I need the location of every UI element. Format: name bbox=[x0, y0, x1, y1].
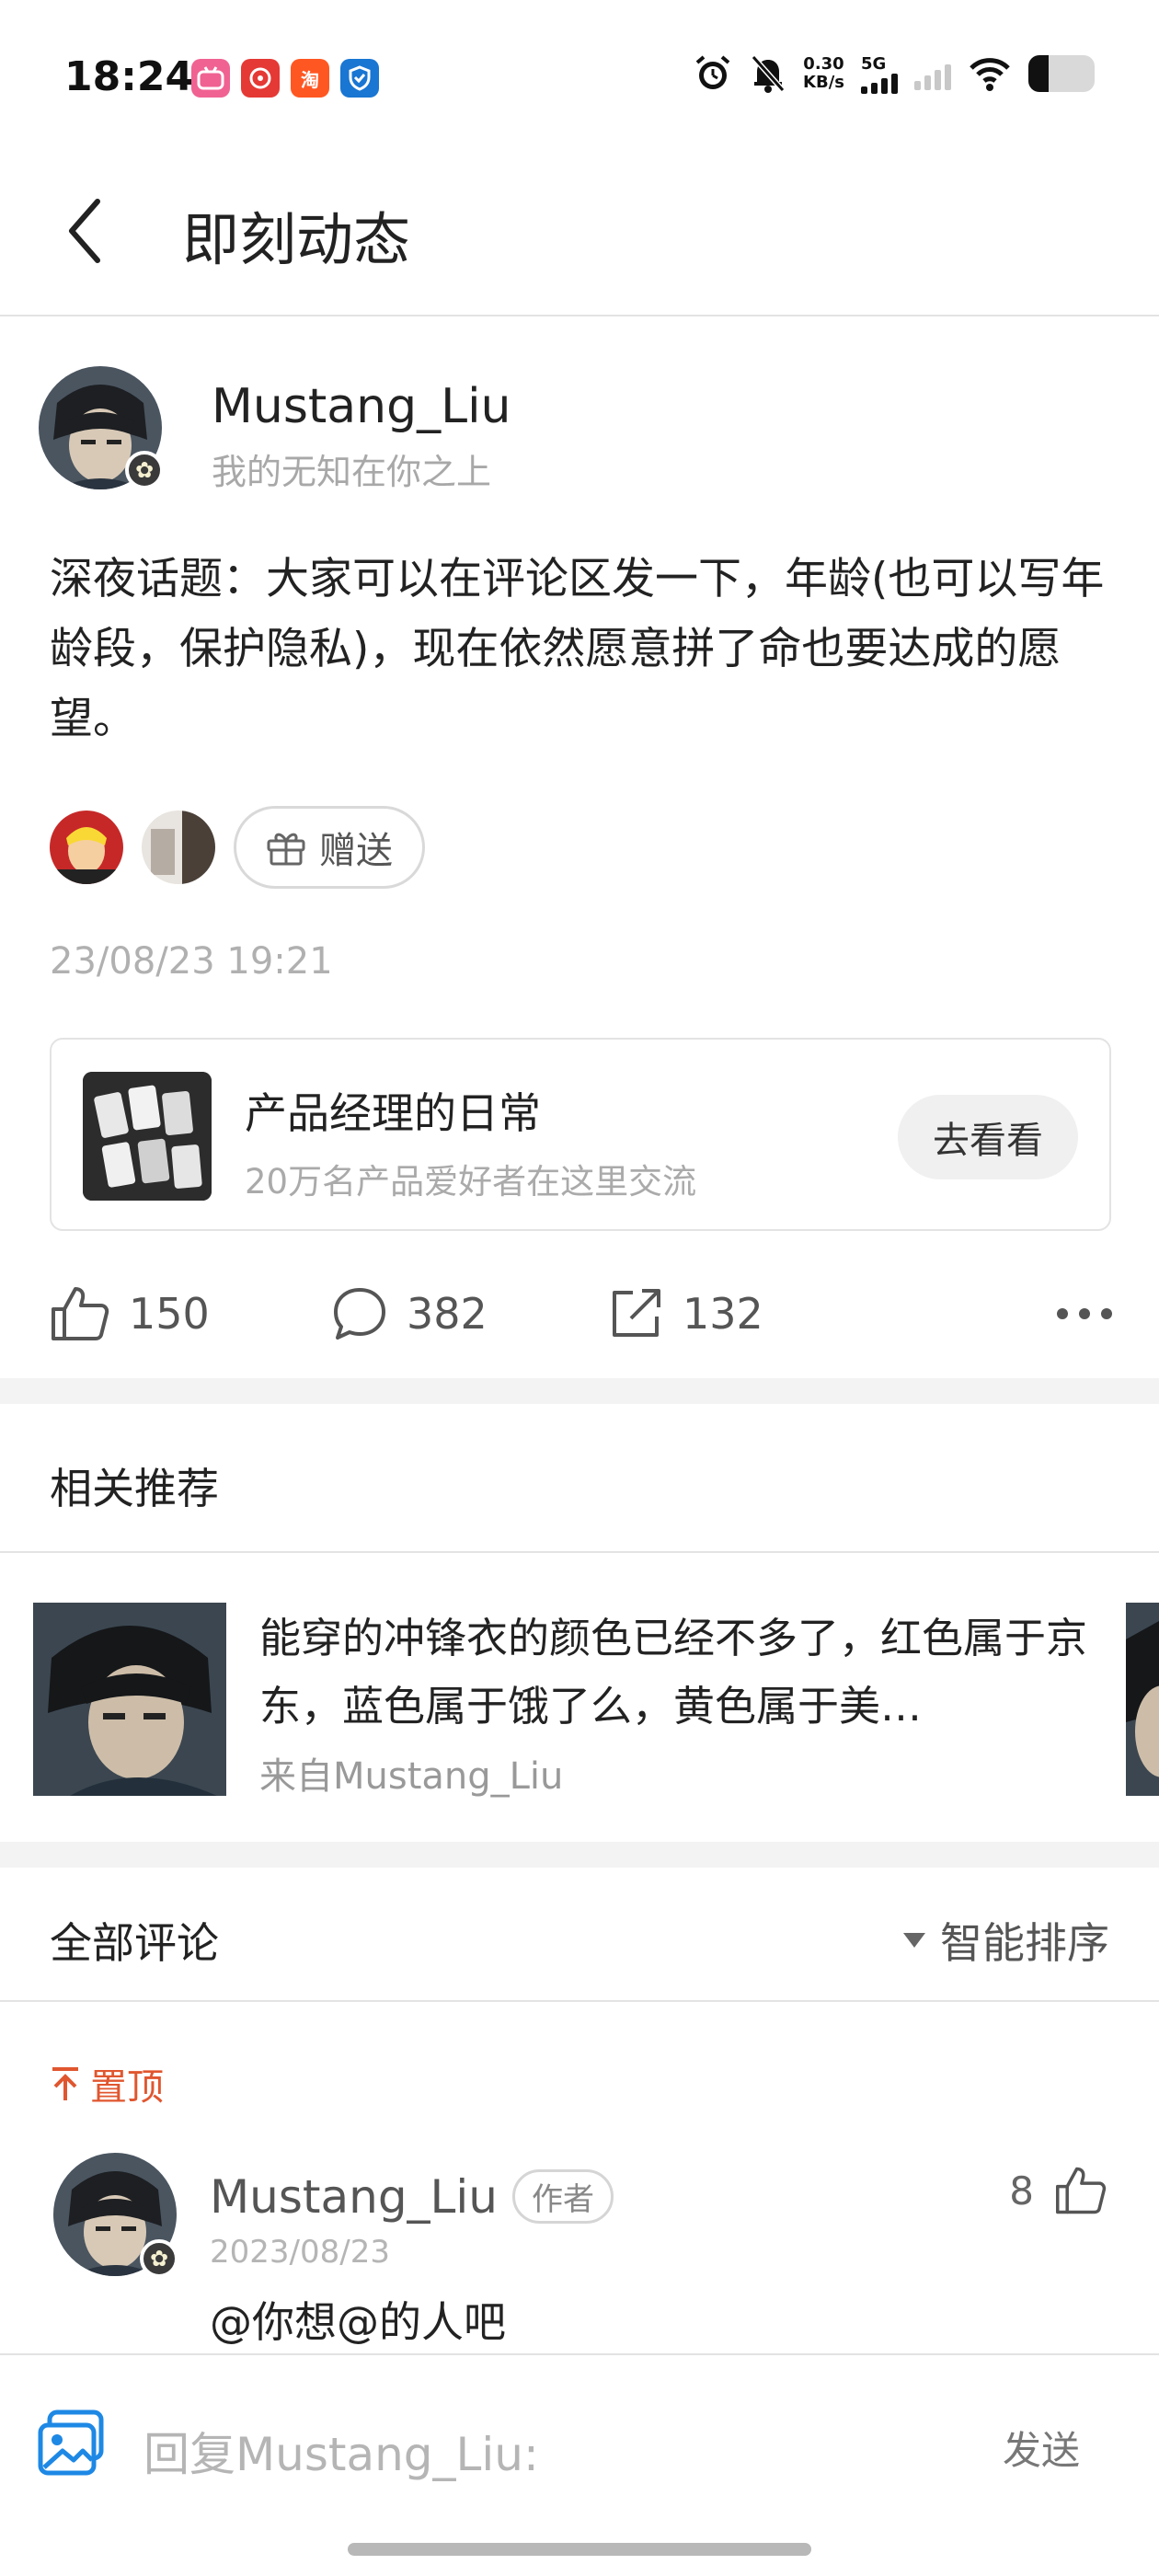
comment-header: Mustang_Liu 作者 bbox=[210, 2169, 614, 2224]
comment-button[interactable]: 382 bbox=[331, 1277, 488, 1351]
author-name[interactable]: Mustang_Liu bbox=[212, 379, 511, 434]
verified-badge-icon: ✿ bbox=[140, 2239, 178, 2278]
page-title: 即刻动态 bbox=[182, 206, 411, 273]
gift-icon bbox=[267, 833, 305, 866]
top-nav-bar: 即刻动态 bbox=[0, 147, 1159, 316]
recommend-title: 相关推荐 bbox=[50, 1464, 219, 1513]
home-indicator[interactable] bbox=[348, 2543, 811, 2556]
battery-icon bbox=[1028, 55, 1095, 92]
post-action-bar: 150 382 132 bbox=[50, 1277, 1117, 1351]
post-content: 深夜话题：大家可以在评论区发一下，年龄(也可以写年龄段，保护隐私)，现在依然愿意… bbox=[50, 554, 1105, 744]
like-count: 150 bbox=[129, 1289, 210, 1339]
net-speed: 0.30 KB/s bbox=[803, 54, 844, 92]
thumbs-up-icon bbox=[52, 1287, 109, 1340]
author-tag: 作者 bbox=[512, 2169, 614, 2224]
sort-label: 智能排序 bbox=[940, 1918, 1109, 1968]
author-signature: 我的无知在你之上 bbox=[212, 452, 492, 492]
post-time: 23/08/23 19:21 bbox=[50, 940, 333, 983]
share-icon bbox=[613, 1289, 660, 1337]
comments-title: 全部评论 bbox=[50, 1918, 219, 1968]
gift-row: 赠送 bbox=[50, 806, 425, 889]
comment-like-button[interactable]: 8 bbox=[1009, 2166, 1107, 2215]
verified-badge-icon: ✿ bbox=[125, 451, 164, 489]
reply-input[interactable]: 回复Mustang_Liu: bbox=[143, 2418, 879, 2484]
pin-top-icon bbox=[52, 2067, 78, 2100]
pinned-label: 置顶 bbox=[50, 2057, 164, 2110]
taobao-icon: 淘 bbox=[291, 59, 329, 98]
triangle-down-icon bbox=[903, 1933, 925, 1948]
topic-title: 产品经理的日常 bbox=[245, 1088, 541, 1138]
status-right: 0.30 KB/s 5G bbox=[693, 53, 1095, 94]
reply-bar: 回复Mustang_Liu: 发送 bbox=[0, 2353, 1159, 2576]
mute-bell-icon bbox=[751, 55, 786, 93]
gifter-avatar[interactable] bbox=[142, 811, 215, 884]
recommend-text: 能穿的冲锋衣的颜色已经不多了，红色属于京东，蓝色属于饿了么，黄色属于美… bbox=[259, 1614, 1088, 1731]
recommend-item[interactable]: 能穿的冲锋衣的颜色已经不多了，红色属于京东，蓝色属于饿了么，黄色属于美… bbox=[0, 1553, 1159, 1796]
section-divider bbox=[0, 1842, 1159, 1868]
more-dots-icon bbox=[1057, 1308, 1112, 1319]
status-bar: 18:24 淘 0.30 KB/s 5G bbox=[0, 0, 1159, 147]
comment-item: ✿ Mustang_Liu 作者 2023/08/23 8 @你想@的人吧 bbox=[0, 2153, 1159, 2355]
gifter-avatar[interactable] bbox=[50, 811, 123, 884]
share-count: 132 bbox=[683, 1289, 763, 1339]
thumbs-up-icon bbox=[1056, 2167, 1107, 2214]
chevron-left-icon bbox=[69, 199, 100, 263]
signal-sim2-icon bbox=[914, 57, 951, 90]
go-see-button[interactable]: 去看看 bbox=[898, 1095, 1078, 1179]
sort-dropdown[interactable]: 智能排序 bbox=[901, 1910, 1109, 1971]
send-button[interactable]: 发送 bbox=[1003, 2420, 1080, 2476]
share-button[interactable]: 132 bbox=[607, 1277, 763, 1351]
bilibili-icon bbox=[191, 59, 230, 98]
recommend-thumbnail-next bbox=[1126, 1603, 1159, 1796]
shield-icon bbox=[340, 59, 379, 98]
comment-like-count: 8 bbox=[1009, 2168, 1034, 2214]
gift-button[interactable]: 赠送 bbox=[234, 806, 425, 889]
comment-author[interactable]: Mustang_Liu bbox=[210, 2170, 498, 2224]
section-divider bbox=[0, 1378, 1159, 1404]
topic-card[interactable]: 产品经理的日常 20万名产品爱好者在这里交流 去看看 bbox=[50, 1038, 1111, 1231]
back-button[interactable] bbox=[44, 190, 127, 272]
gift-label: 赠送 bbox=[319, 830, 393, 872]
topic-subtitle: 20万名产品爱好者在这里交流 bbox=[245, 1162, 697, 1202]
alarm-icon bbox=[695, 55, 730, 89]
notification-icons: 淘 bbox=[191, 59, 379, 98]
topic-thumbnail bbox=[83, 1072, 212, 1201]
recommend-source: 来自Mustang_Liu bbox=[259, 1755, 564, 1798]
status-time: 18:24 bbox=[64, 53, 194, 100]
comment-bubble-icon bbox=[334, 1288, 385, 1340]
signal-5g: 5G bbox=[861, 54, 898, 94]
divider bbox=[0, 2000, 1159, 2002]
pinduoduo-icon bbox=[241, 59, 280, 98]
image-picker-button[interactable] bbox=[35, 2407, 109, 2480]
recommend-thumbnail bbox=[33, 1603, 226, 1796]
image-icon bbox=[38, 2409, 104, 2476]
comment-count: 382 bbox=[407, 1289, 488, 1339]
comment-date: 2023/08/23 bbox=[210, 2234, 390, 2271]
comment-text: @你想@的人吧 bbox=[210, 2297, 506, 2347]
like-button[interactable]: 150 bbox=[50, 1277, 210, 1351]
more-button[interactable] bbox=[1052, 1277, 1117, 1351]
post-author: ✿ Mustang_Liu 我的无知在你之上 bbox=[39, 366, 1124, 495]
wifi-icon bbox=[970, 58, 1010, 91]
